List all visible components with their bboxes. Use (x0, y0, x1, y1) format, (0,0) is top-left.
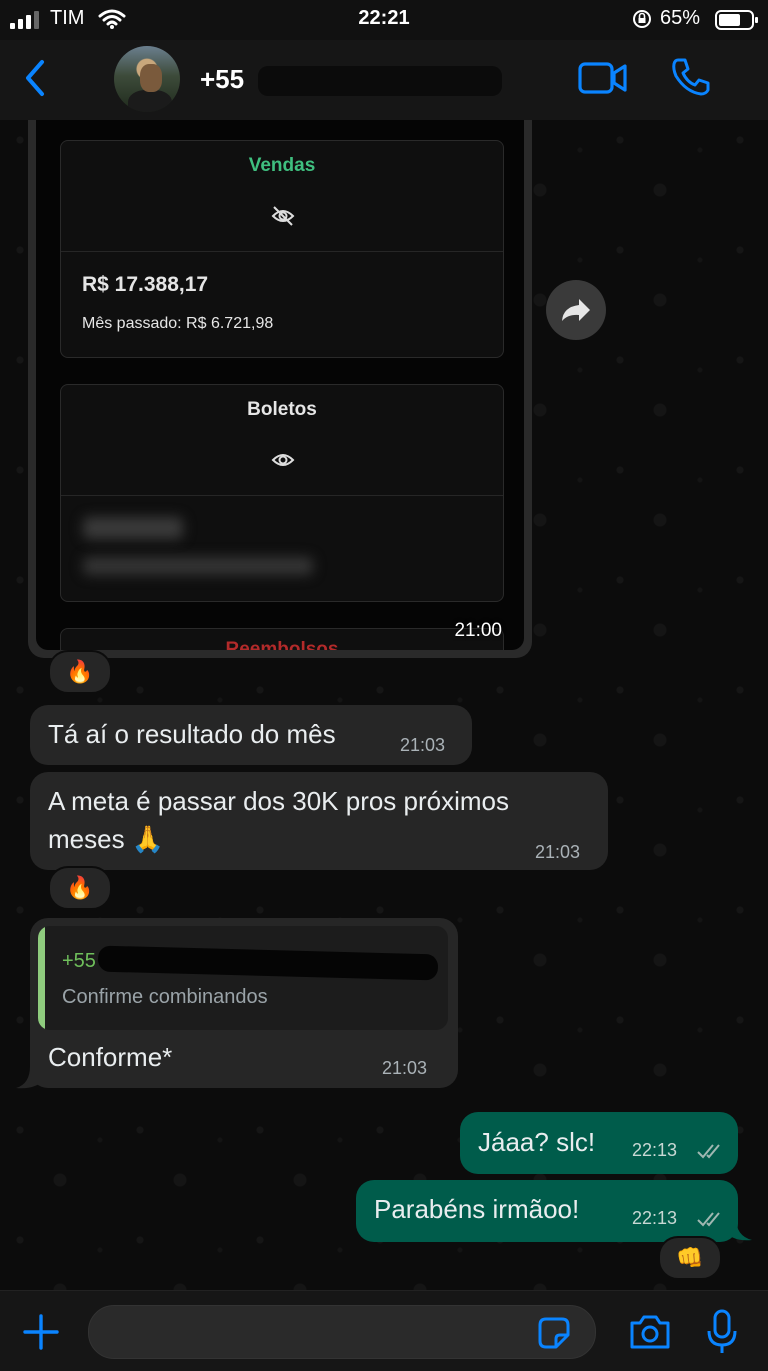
composer-bar (0, 1290, 768, 1371)
message-text-line-1: A meta é passar dos 30K pros próximos (48, 786, 510, 816)
image-message[interactable]: Vendas R$ 17.388,17 Mês passado: R$ 6.72… (28, 120, 532, 658)
reaction-badge[interactable]: 👊 (658, 1236, 722, 1280)
bubble-tail (724, 1218, 752, 1241)
forward-button[interactable] (546, 280, 606, 340)
refunds-card-title: Reembolsos (225, 639, 339, 650)
bubble-tail (16, 1066, 46, 1089)
boletos-card-title: Boletos (247, 399, 317, 420)
battery-icon (715, 10, 758, 30)
incoming-reply-message[interactable]: +55 Confirme combinandos Conforme* 21:03 (30, 918, 458, 1088)
chat-header: +55 (0, 40, 768, 121)
plus-icon[interactable] (22, 1313, 60, 1351)
redaction-mark (258, 66, 502, 96)
quoted-message[interactable]: +55 Confirme combinandos (38, 926, 448, 1030)
read-receipt-icon (697, 1212, 720, 1227)
camera-icon[interactable] (628, 1313, 672, 1351)
message-text-line-2: meses 🙏 (48, 824, 165, 854)
message-time: 21:03 (382, 1058, 428, 1078)
forward-arrow-icon (562, 299, 590, 321)
reaction-badge[interactable]: 🔥 (48, 650, 112, 694)
image-timestamp: 21:00 (454, 620, 502, 641)
message-text: Jáaa? slc! (478, 1127, 596, 1157)
shared-screenshot: Vendas R$ 17.388,17 Mês passado: R$ 6.72… (36, 120, 524, 650)
incoming-message[interactable]: A meta é passar dos 30K pros próximos me… (30, 772, 608, 870)
contact-name[interactable]: +55 (200, 64, 244, 95)
message-text: Tá aí o resultado do mês (48, 719, 336, 749)
battery-percent: 65% (660, 7, 701, 29)
redaction-mark (97, 945, 439, 981)
microphone-icon[interactable] (706, 1309, 738, 1355)
blurred-sub (83, 557, 313, 575)
message-time: 22:13 (632, 1140, 678, 1160)
incoming-message[interactable]: Tá aí o resultado do mês 21:03 (30, 705, 472, 765)
outgoing-message[interactable]: Parabéns irmãoo! 22:13 (356, 1180, 738, 1242)
read-receipt-icon (697, 1144, 720, 1159)
status-bar: TIM 22:21 65% (0, 0, 768, 40)
sticker-icon[interactable] (536, 1315, 572, 1351)
message-time: 22:13 (632, 1208, 678, 1228)
eye-icon (271, 454, 295, 466)
message-text: Parabéns irmãoo! (374, 1194, 580, 1224)
sales-card: Vendas R$ 17.388,17 Mês passado: R$ 6.72… (60, 140, 504, 358)
sales-value: R$ 17.388,17 (82, 273, 209, 296)
quote-accent-bar (38, 926, 45, 1030)
message-time: 21:03 (400, 735, 446, 755)
eye-off-icon (271, 206, 295, 226)
message-text: Conforme* (48, 1042, 173, 1072)
blurred-value (83, 517, 183, 539)
clock: 22:21 (358, 7, 410, 29)
contact-avatar[interactable] (114, 46, 180, 112)
boletos-card: Boletos (60, 384, 504, 602)
reaction-badge[interactable]: 🔥 (48, 866, 112, 910)
quote-text: Confirme combinandos (62, 986, 268, 1008)
sales-card-title: Vendas (248, 155, 316, 176)
sales-last-month: Mês passado: R$ 6.721,98 (82, 315, 274, 332)
outgoing-message[interactable]: Jáaa? slc! 22:13 (460, 1112, 738, 1174)
back-chevron-icon[interactable] (18, 56, 52, 100)
message-time: 21:03 (535, 842, 581, 862)
message-input[interactable] (88, 1305, 596, 1359)
quote-sender: +55 (62, 950, 96, 972)
rotation-lock-icon (633, 10, 651, 28)
video-call-icon[interactable] (578, 60, 628, 96)
refunds-card: Reembolsos (60, 628, 504, 650)
phone-call-icon[interactable] (670, 56, 712, 98)
